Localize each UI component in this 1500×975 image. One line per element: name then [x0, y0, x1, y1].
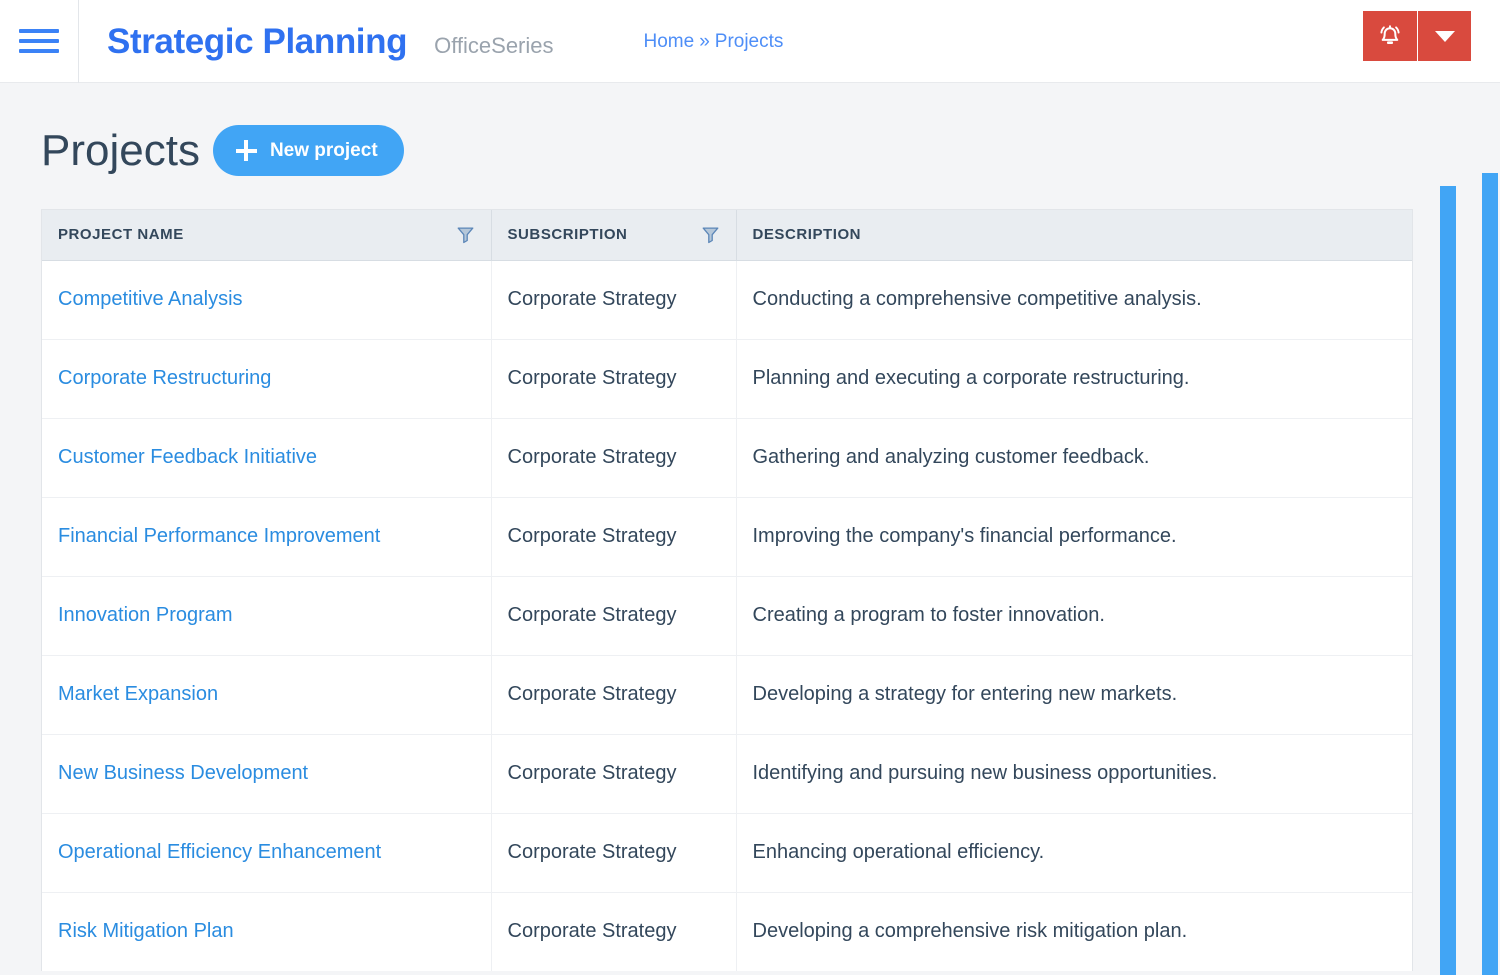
chevron-down-icon — [1434, 30, 1455, 42]
projects-table: PROJECT NAME SUBSCRIPTION DESCRIPTION Co… — [42, 210, 1412, 971]
breadcrumb-item-home[interactable]: Home — [644, 32, 695, 51]
hamburger-bar — [19, 29, 59, 33]
table-row: Competitive Analysis Corporate Strategy Co… — [42, 260, 1412, 340]
cell-project-name: Financial Performance Improvement — [42, 497, 492, 577]
cell-subscription: Corporate Strategy — [491, 892, 737, 971]
cell-project-name: Operational Efficiency Enhancement — [42, 813, 492, 893]
top-bar: Strategic Planning OfficeSeries Home » P… — [0, 0, 1500, 83]
cell-description: Developing a comprehensive risk mitigati… — [752, 920, 1188, 943]
cell-description: Improving the company's financial perfor… — [736, 497, 1412, 577]
project-name-link[interactable]: Market Expansion — [58, 683, 218, 705]
notifications-dropdown-button[interactable] — [1418, 11, 1471, 61]
cell-subscription: Corporate Strategy — [491, 655, 737, 735]
table-row: Operational Efficiency Enhancement Corpor… — [42, 813, 1412, 893]
brand: Strategic Planning OfficeSeries — [79, 24, 554, 59]
cell-project-name: Innovation Program — [42, 576, 492, 656]
hamburger-menu-icon[interactable] — [0, 0, 78, 83]
hamburger-bar — [19, 39, 59, 43]
vertical-scrollbar-outer[interactable] — [1482, 173, 1498, 975]
breadcrumb-item-projects[interactable]: Projects — [715, 32, 784, 51]
table-row: Customer Feedback Initiative Corporate St… — [42, 418, 1412, 498]
cell-project-name: Market Expansion — [42, 655, 492, 735]
cell-project-name: Competitive Analysis — [42, 260, 492, 340]
cell-subscription: Corporate Strategy — [491, 734, 737, 814]
table-row: New Business Development Corporate Strate… — [42, 734, 1412, 814]
cell-project-name: New Business Development — [42, 734, 492, 814]
column-header-subscription[interactable]: SUBSCRIPTION — [491, 210, 737, 261]
column-header-description[interactable]: DESCRIPTION — [736, 210, 1412, 261]
table-head: PROJECT NAME SUBSCRIPTION DESCRIPTION — [42, 210, 1412, 261]
page-content: Projects New project PROJECT NAME SUBSCR… — [0, 83, 1500, 975]
project-name-link[interactable]: Financial Performance Improvement — [58, 525, 380, 547]
table-row: Innovation Program Corporate Strategy Crea… — [42, 576, 1412, 656]
notifications-button[interactable] — [1363, 11, 1418, 61]
breadcrumb-separator-icon: » — [699, 30, 710, 52]
cell-subscription: Corporate Strategy — [491, 339, 737, 419]
column-header-label: DESCRIPTION — [752, 226, 862, 244]
page-header: Projects New project — [0, 83, 1500, 176]
projects-table-container: PROJECT NAME SUBSCRIPTION DESCRIPTION Co… — [41, 209, 1413, 971]
column-header-project-name[interactable]: PROJECT NAME — [42, 210, 492, 261]
vertical-scrollbar-inner[interactable] — [1440, 186, 1456, 975]
cell-subscription: Corporate Strategy — [491, 418, 737, 498]
cell-description: Gathering and analyzing customer feedbac… — [736, 418, 1412, 498]
new-project-button[interactable]: New project — [212, 125, 404, 176]
project-name-link[interactable]: Corporate Restructuring — [58, 367, 271, 389]
new-project-button-label: New project — [269, 140, 378, 161]
project-name-link[interactable]: Customer Feedback Initiative — [58, 446, 317, 468]
topbar-actions — [1363, 11, 1471, 61]
table-row: Risk Mitigation Plan Corporate Strategy De… — [42, 892, 1412, 971]
cell-description: Conducting a comprehensive competitive a… — [736, 260, 1412, 340]
project-name-link[interactable]: New Business Development — [58, 762, 308, 784]
cell-project-name: Customer Feedback Initiative — [42, 418, 492, 498]
page-title: Projects — [41, 125, 200, 175]
filter-icon-project-name[interactable] — [456, 225, 475, 244]
table-row: Financial Performance Improvement Corpora… — [42, 497, 1412, 577]
filter-icon-subscription[interactable] — [701, 225, 720, 244]
table-body: Competitive Analysis Corporate Strategy Co… — [42, 260, 1412, 971]
app-title: Strategic Planning — [107, 21, 408, 61]
table-row: Market Expansion Corporate Strategy Develo… — [42, 655, 1412, 735]
table-row: Corporate Restructuring Corporate Strateg… — [42, 339, 1412, 419]
breadcrumb: Home » Projects — [644, 32, 784, 51]
cell-subscription: Corporate Strategy — [491, 497, 737, 577]
table-header-row: PROJECT NAME SUBSCRIPTION DESCRIPTION — [42, 210, 1412, 261]
cell-description: Developing a strategy for entering new m… — [736, 655, 1412, 735]
cell-project-name: Risk Mitigation Plan — [42, 892, 492, 971]
project-name-link[interactable]: Operational Efficiency Enhancement — [58, 841, 381, 863]
column-header-label: SUBSCRIPTION — [507, 226, 628, 244]
app-subtitle: OfficeSeries — [434, 32, 554, 58]
cell-description: Creating a program to foster innovation. — [736, 576, 1412, 656]
bell-icon — [1380, 24, 1400, 44]
project-name-link[interactable]: Risk Mitigation Plan — [58, 920, 234, 942]
cell-project-name: Corporate Restructuring — [42, 339, 492, 419]
cell-subscription: Corporate Strategy — [491, 260, 737, 340]
cell-subscription: Corporate Strategy — [491, 576, 737, 656]
cell-subscription: Corporate Strategy — [491, 813, 737, 893]
project-name-link[interactable]: Competitive Analysis — [58, 288, 243, 310]
cell-description: Planning and executing a corporate restr… — [736, 339, 1412, 419]
plus-icon — [235, 140, 257, 161]
cell-description: Identifying and pursuing new business op… — [736, 734, 1412, 814]
column-header-label: PROJECT NAME — [58, 226, 184, 244]
cell-description: Enhancing operational efficiency. — [736, 813, 1412, 893]
project-name-link[interactable]: Innovation Program — [58, 604, 233, 626]
hamburger-bar — [19, 49, 59, 53]
